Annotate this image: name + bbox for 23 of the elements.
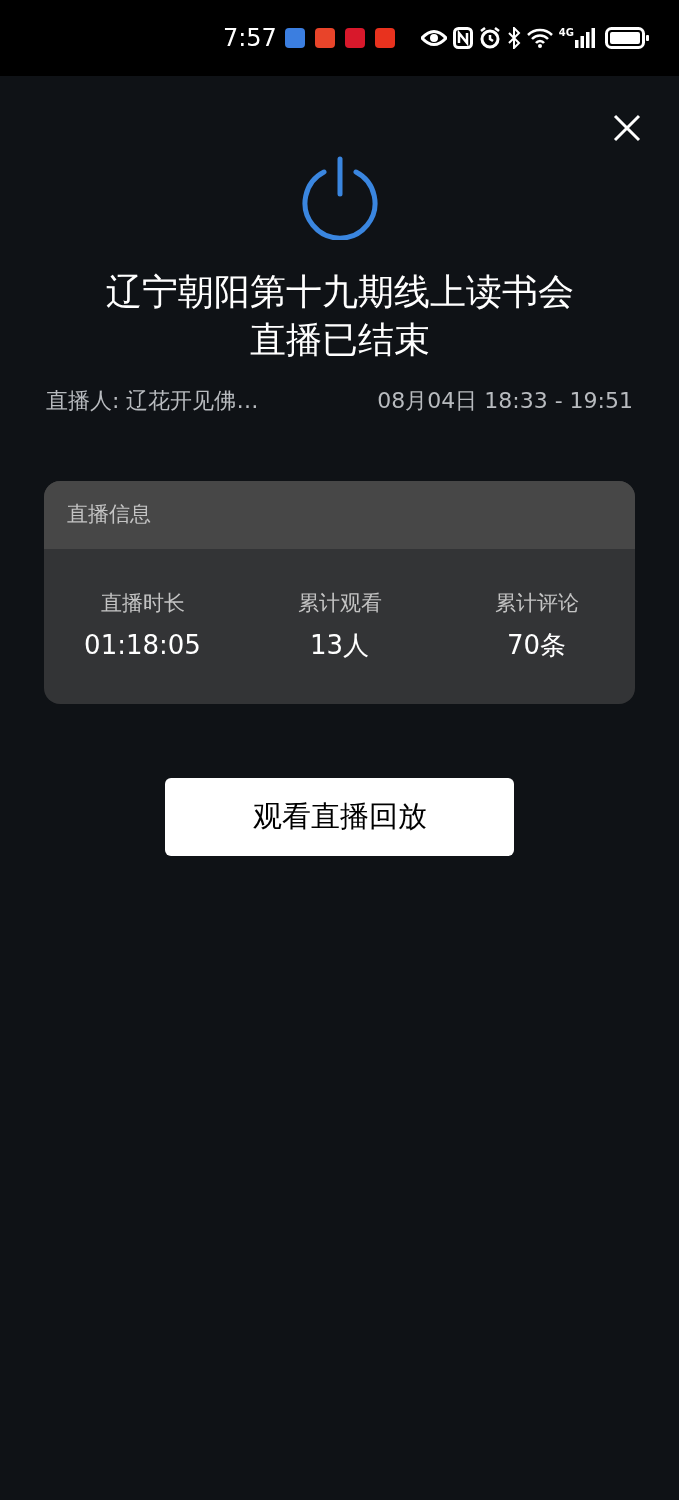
- stat-label: 累计观看: [297, 590, 382, 618]
- nfc-icon: [452, 27, 473, 49]
- battery-icon: [605, 27, 649, 49]
- signal-icon: [575, 28, 595, 48]
- host-name: 直播人: 辽花开见佛…: [46, 387, 259, 415]
- replay-button[interactable]: 观看直播回放: [165, 778, 514, 856]
- status-time: 7:57: [222, 23, 277, 54]
- power-icon: [299, 156, 380, 240]
- stat-value: 13人: [309, 628, 370, 662]
- wifi-icon: [526, 28, 553, 48]
- stat-label: 直播时长: [100, 590, 185, 618]
- alarm-icon: [478, 27, 501, 49]
- close-button[interactable]: [613, 114, 641, 142]
- stat-value: 01:18:05: [84, 628, 201, 662]
- stat-label: 累计评论: [494, 590, 579, 618]
- stat-value: 70条: [506, 628, 567, 662]
- live-time-range: 08月04日 18:33 - 19:51: [377, 387, 633, 415]
- end-title: 辽宁朝阳第十九期线上读书会: [105, 270, 574, 314]
- card-title: 直播信息: [67, 501, 151, 529]
- network-type: 4G: [558, 28, 574, 38]
- end-title: 直播已结束: [249, 318, 430, 362]
- eye-icon: [420, 29, 447, 47]
- bluetooth-icon: [506, 27, 521, 49]
